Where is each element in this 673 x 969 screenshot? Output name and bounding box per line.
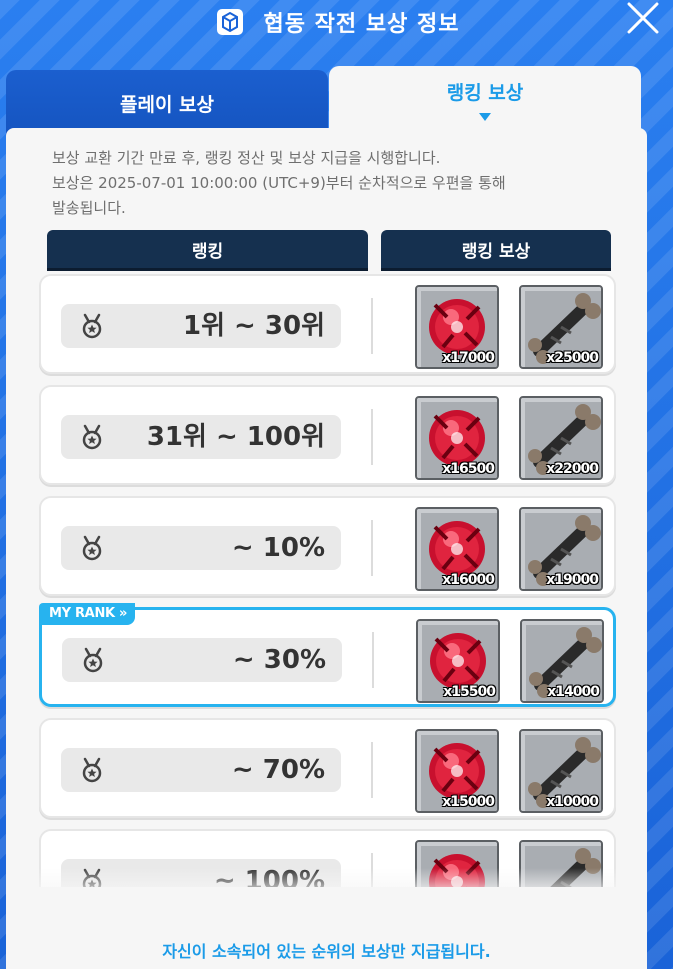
rank-range: ~ 10% xyxy=(61,526,341,570)
reward-item-bone[interactable]: x22000 xyxy=(519,396,603,480)
item-quantity: x14000 xyxy=(547,684,600,700)
rank-range: 1위 ~ 30위 xyxy=(61,304,341,348)
tab-ranking-reward[interactable]: 랭킹 보상 xyxy=(329,66,641,132)
rank-range: ~ 70% xyxy=(61,748,341,792)
reward-item-gem[interactable]: x15500 xyxy=(416,619,500,703)
medal-icon xyxy=(79,535,105,561)
medal-icon xyxy=(79,313,105,339)
rank-range-text: ~ 30% xyxy=(232,645,326,675)
ranking-row: 1위 ~ 30위 x17000 x25000 xyxy=(39,274,616,374)
tab-label: 랭킹 보상 xyxy=(446,81,524,104)
tab-play-reward[interactable]: 플레이 보상 xyxy=(6,70,328,136)
reward-item-bone[interactable]: x25000 xyxy=(519,285,603,369)
item-quantity: x17000 xyxy=(442,350,495,366)
item-quantity: x15000 xyxy=(442,794,495,810)
divider xyxy=(371,298,373,354)
divider xyxy=(371,742,373,798)
reward-item-bone[interactable]: x14000 xyxy=(520,619,604,703)
rank-range: 31위 ~ 100위 xyxy=(61,415,341,459)
ranking-list[interactable]: 1위 ~ 30위 x17000 x25000 31위 ~ 100위 x16500 x220… xyxy=(6,274,647,887)
column-header-reward: 랭킹 보상 xyxy=(381,230,611,268)
rank-range-text: ~ 10% xyxy=(231,533,325,563)
rank-range-text: 1위 ~ 30위 xyxy=(182,311,325,341)
item-quantity: x19000 xyxy=(546,572,599,588)
page-title: 협동 작전 보상 정보 xyxy=(263,12,460,37)
divider xyxy=(371,520,373,576)
medal-icon xyxy=(80,647,106,673)
item-quantity: x16000 xyxy=(442,572,495,588)
notice-text: 보상 교환 기간 만료 후, 랭킹 정산 및 보상 지급을 시행합니다. 보상은… xyxy=(52,146,632,221)
divider xyxy=(372,632,374,688)
item-quantity: x15500 xyxy=(443,684,496,700)
ranking-row: ~ 10% x16000 x19000 xyxy=(39,496,616,596)
item-quantity: x22000 xyxy=(546,461,599,477)
medal-icon xyxy=(79,424,105,450)
active-tab-indicator xyxy=(479,112,491,121)
my-rank-badge: MY RANK » xyxy=(39,603,136,625)
medal-icon xyxy=(79,757,105,783)
reward-item-gem[interactable]: x17000 xyxy=(415,285,499,369)
reward-panel: 보상 교환 기간 만료 후, 랭킹 정산 및 보상 지급을 시행합니다. 보상은… xyxy=(6,128,647,969)
footer-note: 자신이 소속되어 있는 순위의 보상만 지급됩니다. xyxy=(162,942,491,961)
notice-line: 발송됩니다. xyxy=(52,199,126,217)
notice-line: 보상 교환 기간 만료 후, 랭킹 정산 및 보상 지급을 시행합니다. xyxy=(52,149,441,167)
column-header-rank: 랭킹 xyxy=(47,230,368,268)
header: 협동 작전 보상 정보 xyxy=(0,0,673,44)
divider xyxy=(371,409,373,465)
rank-range-text: ~ 70% xyxy=(231,755,325,785)
tab-label: 플레이 보상 xyxy=(119,93,214,116)
reward-item-gem[interactable]: x16500 xyxy=(415,396,499,480)
box-icon xyxy=(216,9,243,35)
reward-item-bone[interactable]: x10000 xyxy=(519,729,603,813)
reward-item-gem[interactable]: x15000 xyxy=(415,729,499,813)
item-quantity: x16500 xyxy=(442,461,495,477)
ranking-row: ~ 70% x15000 x10000 xyxy=(39,718,616,818)
close-icon[interactable] xyxy=(623,0,663,36)
item-quantity: x25000 xyxy=(546,350,599,366)
ranking-row: MY RANK » ~ 30% x15500 x14000 xyxy=(39,603,616,707)
reward-item-bone[interactable]: x19000 xyxy=(519,507,603,591)
ranking-row: 31위 ~ 100위 x16500 x22000 xyxy=(39,385,616,485)
rank-range: ~ 30% xyxy=(62,638,342,682)
reward-item-gem[interactable]: x16000 xyxy=(415,507,499,591)
rank-range-text: 31위 ~ 100위 xyxy=(146,422,325,452)
notice-line: 보상은 2025-07-01 10:00:00 (UTC+9)부터 순차적으로 … xyxy=(52,174,506,192)
item-quantity: x10000 xyxy=(546,794,599,810)
